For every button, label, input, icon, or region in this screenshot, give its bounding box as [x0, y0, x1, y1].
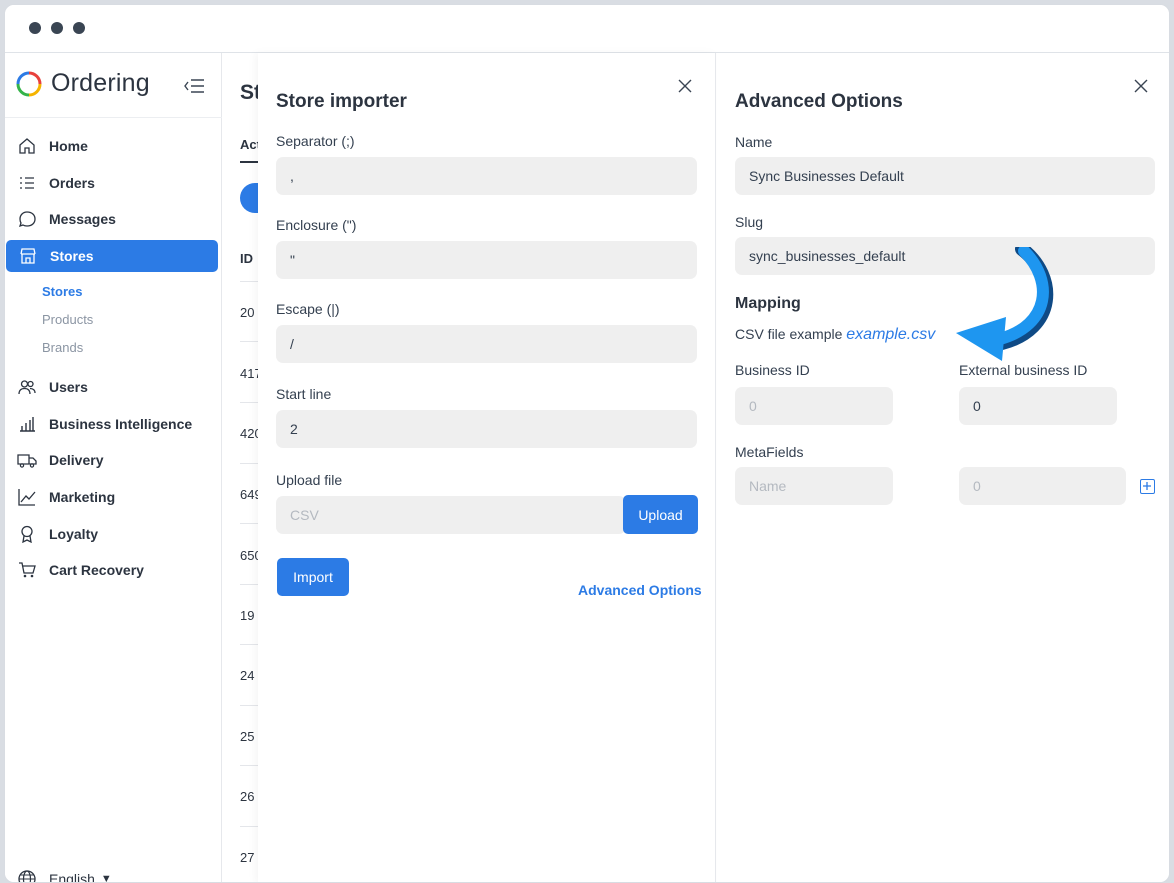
- business-id-label: Business ID: [735, 362, 810, 378]
- enclosure-input[interactable]: ": [276, 241, 697, 279]
- close-icon[interactable]: [677, 78, 693, 94]
- name-input[interactable]: Sync Businesses Default: [735, 157, 1155, 195]
- sidebar: Ordering Home Orders Messages Stores Sto…: [5, 53, 222, 883]
- collapse-menu-icon[interactable]: [183, 77, 205, 95]
- upload-file-label: Upload file: [276, 472, 343, 488]
- window-dot[interactable]: [29, 22, 41, 34]
- metafield-value-input[interactable]: 0: [959, 467, 1126, 505]
- csv-example-link[interactable]: example.csv: [846, 326, 935, 343]
- escape-label: Escape (|): [276, 301, 340, 317]
- sidebar-subitem-stores[interactable]: Stores: [42, 284, 82, 299]
- business-id-input[interactable]: 0: [735, 387, 893, 425]
- close-icon[interactable]: [1133, 78, 1149, 94]
- id-column-header: ID: [240, 251, 253, 266]
- sidebar-item-business-intelligence[interactable]: Business Intelligence: [5, 408, 217, 440]
- separator-label: Separator (;): [276, 133, 355, 149]
- external-business-id-input[interactable]: 0: [959, 387, 1117, 425]
- table-row[interactable]: 24: [240, 668, 254, 683]
- metafield-name-input[interactable]: Name: [735, 467, 893, 505]
- add-metafield-icon[interactable]: [1140, 479, 1155, 494]
- escape-input[interactable]: /: [276, 325, 697, 363]
- truck-icon: [17, 450, 37, 470]
- language-selector[interactable]: English ▼: [17, 869, 112, 883]
- upload-file-input[interactable]: CSV: [276, 496, 626, 534]
- table-row[interactable]: 20: [240, 305, 254, 320]
- sidebar-item-label: Loyalty: [49, 526, 99, 542]
- csv-example-label: CSV file example: [735, 326, 843, 342]
- name-label: Name: [735, 134, 773, 150]
- app-window: Ordering Home Orders Messages Stores Sto…: [4, 4, 1170, 883]
- sidebar-item-marketing[interactable]: Marketing: [5, 481, 217, 513]
- slug-input[interactable]: sync_businesses_default: [735, 237, 1155, 275]
- import-button[interactable]: Import: [277, 558, 349, 596]
- sidebar-subitem-brands[interactable]: Brands: [42, 340, 83, 355]
- sidebar-divider: [5, 117, 222, 118]
- metafields-label: MetaFields: [735, 444, 804, 460]
- store-importer-title: Store importer: [276, 91, 407, 112]
- advanced-options-link[interactable]: Advanced Options: [578, 582, 702, 598]
- bar-chart-icon: [17, 414, 37, 434]
- sidebar-item-users[interactable]: Users: [5, 371, 217, 403]
- sidebar-item-label: Messages: [49, 211, 116, 227]
- language-label: English: [49, 871, 95, 883]
- table-row[interactable]: 19: [240, 608, 254, 623]
- sidebar-item-label: Marketing: [49, 489, 116, 505]
- list-icon: [17, 173, 37, 193]
- store-importer-panel: Store importer Separator (;) , Enclosure…: [258, 53, 716, 882]
- window-dot[interactable]: [51, 22, 63, 34]
- start-line-label: Start line: [276, 386, 332, 402]
- sidebar-item-home[interactable]: Home: [5, 130, 217, 162]
- sidebar-item-orders[interactable]: Orders: [5, 167, 217, 199]
- mapping-title: Mapping: [735, 295, 801, 312]
- award-icon: [17, 524, 37, 544]
- separator-input[interactable]: ,: [276, 157, 697, 195]
- globe-icon: [18, 870, 36, 882]
- store-icon: [18, 246, 38, 266]
- title-bar: [5, 5, 1169, 53]
- logo-icon: [16, 71, 42, 96]
- sidebar-item-label: Cart Recovery: [49, 562, 144, 578]
- window-dot[interactable]: [73, 22, 85, 34]
- sidebar-item-label: Orders: [49, 175, 95, 191]
- trend-icon: [17, 487, 37, 507]
- home-icon: [17, 136, 37, 156]
- sidebar-item-label: Business Intelligence: [49, 416, 193, 432]
- sidebar-item-label: Users: [49, 379, 88, 395]
- sidebar-item-delivery[interactable]: Delivery: [5, 444, 217, 476]
- enclosure-label: Enclosure ("): [276, 217, 357, 233]
- sidebar-subitem-products[interactable]: Products: [42, 312, 93, 327]
- caret-down-icon: ▼: [100, 873, 112, 883]
- sidebar-item-messages[interactable]: Messages: [5, 203, 217, 235]
- sidebar-item-loyalty[interactable]: Loyalty: [5, 518, 217, 550]
- app-name: Ordering: [51, 69, 150, 97]
- users-icon: [17, 377, 37, 397]
- cart-icon: [17, 560, 37, 580]
- table-row[interactable]: 25: [240, 729, 254, 744]
- chat-icon: [17, 209, 37, 229]
- sidebar-item-label: Stores: [50, 248, 94, 264]
- advanced-options-panel: Advanced Options Name Sync Businesses De…: [717, 53, 1169, 882]
- logo: Ordering: [15, 69, 150, 98]
- annotation-arrow-icon: [956, 247, 1054, 361]
- sidebar-item-label: Home: [49, 138, 88, 154]
- table-row[interactable]: 26: [240, 789, 254, 804]
- table-row[interactable]: 27: [240, 850, 254, 865]
- start-line-input[interactable]: 2: [276, 410, 697, 448]
- advanced-options-title: Advanced Options: [735, 91, 903, 112]
- csv-example-row: CSV file example example.csv: [735, 326, 935, 344]
- sidebar-item-cart-recovery[interactable]: Cart Recovery: [5, 554, 217, 586]
- sidebar-item-stores[interactable]: Stores: [6, 240, 218, 272]
- sidebar-item-label: Delivery: [49, 452, 104, 468]
- slug-label: Slug: [735, 214, 764, 230]
- upload-button[interactable]: Upload: [623, 495, 698, 534]
